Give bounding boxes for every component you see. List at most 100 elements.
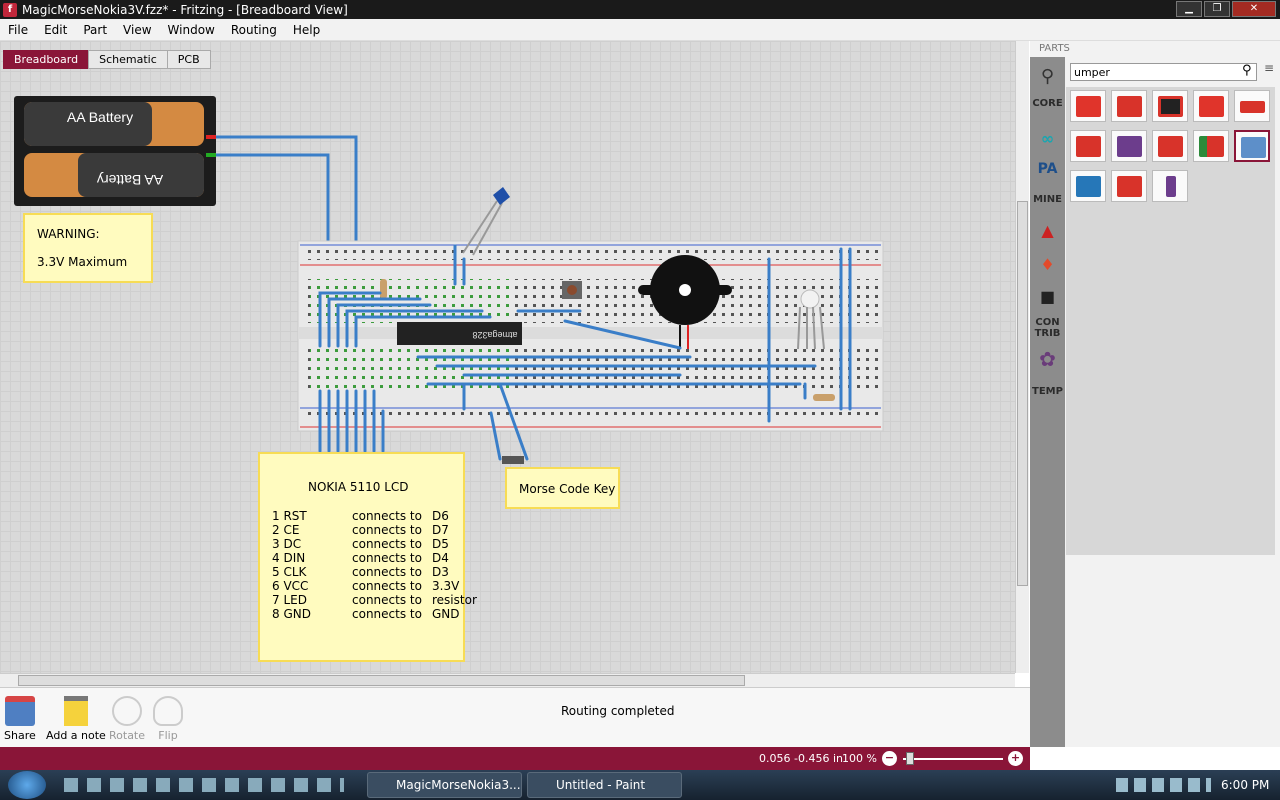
lcd-row-pin: 8 GND	[272, 607, 311, 621]
fritzing-app-icon: f	[3, 2, 17, 17]
zoom-out-button[interactable]: −	[882, 751, 897, 766]
parts-panel: PARTS ⚲ CORE ∞ PA MINE ▲ ♦ ■ CON TRIB ✿ …	[1030, 41, 1280, 747]
search-bin-icon[interactable]: ⚲	[1030, 66, 1065, 88]
window-title: MagicMorseNokia3V.fzz* - Fritzing - [Bre…	[22, 2, 348, 17]
rotate-icon	[112, 696, 142, 726]
lcd-row-to: resistor	[432, 593, 477, 607]
part-tile[interactable]	[1070, 170, 1106, 202]
flower-bin-icon[interactable]: ✿	[1030, 347, 1065, 371]
zoom-slider[interactable]	[903, 758, 1003, 760]
windows-taskbar: MagicMorseNokia3... Untitled - Paint 6:0…	[0, 770, 1280, 800]
part-tile[interactable]	[1070, 130, 1106, 162]
robot-bin-icon[interactable]: ■	[1030, 287, 1065, 306]
parts-grid	[1066, 87, 1275, 555]
lcd-row-conn: connects to	[352, 607, 422, 621]
bin-core[interactable]: CORE	[1030, 98, 1065, 109]
resistor-lcd[interactable]	[380, 279, 387, 299]
system-tray-icons[interactable]	[1116, 778, 1211, 792]
lcd-row-pin: 6 VCC	[272, 579, 309, 593]
bin-temp[interactable]: TEMP	[1030, 386, 1065, 397]
lcd-row-to: D5	[432, 537, 449, 551]
menu-view[interactable]: View	[115, 23, 159, 37]
morse-key-note[interactable]: Morse Code Key	[505, 467, 620, 509]
flip-icon	[153, 696, 183, 726]
arduino-bin-icon[interactable]: ∞	[1030, 129, 1065, 148]
battery-label-1: AA Battery	[67, 109, 133, 125]
morse-key-switch[interactable]	[502, 456, 524, 464]
battery-wires[interactable]	[216, 135, 358, 255]
parts-header: PARTS	[1039, 43, 1070, 54]
warning-line2: 3.3V Maximum	[37, 255, 128, 269]
parts-search-input[interactable]	[1070, 63, 1257, 81]
battery-label-2: AA Battery	[97, 172, 163, 188]
maximize-button[interactable]: ❐	[1204, 1, 1230, 17]
bin-contrib[interactable]: CON TRIB	[1030, 317, 1065, 339]
breadboard[interactable]	[297, 240, 884, 432]
zoom-slider-handle[interactable]	[906, 752, 914, 765]
flame-bin-icon[interactable]: ♦	[1030, 255, 1065, 274]
menu-file[interactable]: File	[0, 23, 36, 37]
menu-help[interactable]: Help	[285, 23, 328, 37]
taskbar-fritzing[interactable]: MagicMorseNokia3...	[367, 772, 522, 798]
taskbar-clock: 6:00 PM	[1221, 778, 1270, 792]
part-tile[interactable]	[1234, 90, 1270, 122]
circuit-drawing: AA Battery AA Battery atmega328	[14, 96, 884, 464]
part-tile[interactable]	[1152, 130, 1188, 162]
vertical-scroll-thumb[interactable]	[1017, 201, 1028, 586]
search-icon[interactable]: ⚲	[1242, 63, 1252, 78]
share-button[interactable]: Share	[4, 696, 36, 742]
lcd-note[interactable]: NOKIA 5110 LCD 1 RST connects to D6 2 CE con…	[258, 452, 477, 662]
zoom-value: 100	[842, 752, 863, 765]
start-button[interactable]	[8, 771, 46, 799]
part-tile[interactable]	[1152, 90, 1188, 122]
zoom-in-button[interactable]: +	[1008, 751, 1023, 766]
sparkfun-bin-icon[interactable]: ▲	[1030, 221, 1065, 240]
resistor-led[interactable]	[813, 394, 835, 401]
lcd-row-pin: 2 CE	[272, 523, 300, 537]
chip-label: atmega328	[472, 330, 517, 340]
breadboard-canvas[interactable]: Breadboard Schematic PCB AA Battery AA B…	[0, 41, 1015, 673]
warning-note[interactable]: WARNING: 3.3V Maximum	[23, 213, 153, 283]
lcd-row-conn: connects to	[352, 565, 422, 579]
lcd-row-conn: connects to	[352, 551, 422, 565]
breadboard-holes	[308, 250, 878, 260]
menu-routing[interactable]: Routing	[223, 23, 285, 37]
part-tile[interactable]	[1193, 90, 1229, 122]
lcd-row-conn: connects to	[352, 537, 422, 551]
gift-icon	[4, 696, 35, 726]
zoom-level: 100 %	[842, 752, 877, 765]
lcd-row-conn: connects to	[352, 579, 422, 593]
pa-bin-icon[interactable]: PA	[1030, 161, 1065, 177]
bin-mine[interactable]: MINE	[1030, 194, 1065, 205]
part-tile[interactable]	[1111, 130, 1147, 162]
part-tile[interactable]	[1111, 90, 1147, 122]
add-note-button[interactable]: Add a note	[46, 696, 106, 742]
lcd-row-to: D6	[432, 509, 449, 523]
rotate-button[interactable]: Rotate	[109, 696, 145, 742]
warning-line1: WARNING:	[37, 227, 100, 241]
horizontal-scroll-thumb[interactable]	[18, 675, 745, 686]
part-tile[interactable]	[1111, 170, 1147, 202]
horizontal-scrollbar[interactable]	[0, 673, 1015, 687]
part-tile[interactable]	[1152, 170, 1188, 202]
bin-menu-icon[interactable]: ≡	[1264, 61, 1274, 75]
flip-button[interactable]: Flip	[153, 696, 183, 742]
lcd-row-to: 3.3V	[432, 579, 460, 593]
lcd-row-conn: connects to	[352, 509, 422, 523]
parts-bin-sidebar: ⚲ CORE ∞ PA MINE ▲ ♦ ■ CON TRIB ✿ TEMP	[1030, 57, 1065, 747]
quick-launch-icons[interactable]	[64, 778, 344, 792]
part-tile-jumper[interactable]	[1234, 130, 1270, 162]
taskbar-paint[interactable]: Untitled - Paint	[527, 772, 682, 798]
menu-edit[interactable]: Edit	[36, 23, 75, 37]
part-tile[interactable]	[1193, 130, 1229, 162]
lcd-note-title: NOKIA 5110 LCD	[308, 480, 409, 494]
minimize-button[interactable]: ▁	[1176, 1, 1202, 17]
vertical-scrollbar[interactable]	[1015, 41, 1029, 673]
part-tile[interactable]	[1070, 90, 1106, 122]
routing-status: Routing completed	[561, 704, 675, 718]
close-button[interactable]: ✕	[1232, 1, 1276, 17]
menu-part[interactable]: Part	[75, 23, 115, 37]
menu-window[interactable]: Window	[160, 23, 223, 37]
note-icon	[63, 696, 88, 726]
lcd-row-pin: 4 DIN	[272, 551, 306, 565]
